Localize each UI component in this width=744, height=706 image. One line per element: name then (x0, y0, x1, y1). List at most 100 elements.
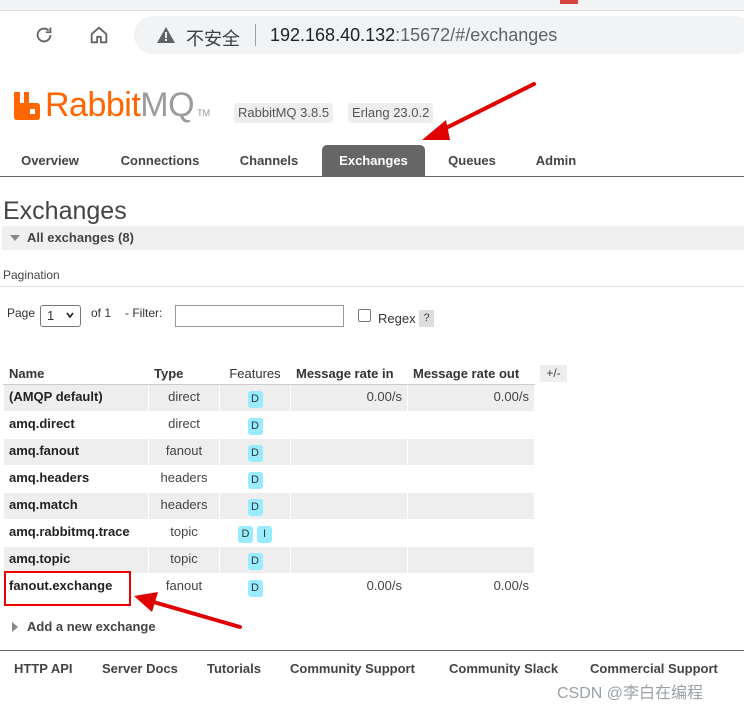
url-host: 192.168.40.132 (270, 25, 396, 45)
exchange-features: D (219, 384, 291, 412)
exchange-type: direct (148, 384, 220, 412)
address-separator (255, 24, 256, 46)
durable-badge: D (247, 418, 263, 435)
rabbitmq-logo-icon (14, 92, 40, 120)
home-button[interactable] (85, 21, 113, 49)
annotation-highlight-box (4, 571, 131, 606)
exchange-type: fanout (148, 438, 220, 466)
exchange-type: fanout (148, 573, 220, 601)
exchange-type: headers (148, 465, 220, 493)
rate-out (407, 465, 535, 493)
insecure-label: 不安全 (186, 29, 240, 49)
rate-out (407, 438, 535, 466)
exchange-name-link[interactable]: (AMQP default) (3, 384, 149, 412)
table-row[interactable]: amq.rabbitmq.trace topic DI (3, 519, 535, 547)
filter-input[interactable] (175, 305, 344, 327)
exchange-name-link[interactable]: amq.rabbitmq.trace (3, 519, 149, 547)
durable-badge: D (247, 445, 263, 462)
regex-label: Regex (378, 311, 416, 326)
pagination-heading: Pagination (3, 268, 60, 282)
page-count-label: of 1 (91, 306, 112, 320)
logo-mq-text: MQ (140, 86, 195, 124)
browser-tab-strip (0, 0, 744, 11)
browser-toolbar: 不安全 192.168.40.132:15672/#/exchanges (0, 11, 744, 59)
tab-connections[interactable]: Connections (108, 145, 212, 177)
column-header-rate-out[interactable]: Message rate out (407, 362, 535, 385)
footer-divider (0, 650, 744, 651)
table-row[interactable]: amq.direct direct D (3, 411, 535, 439)
table-row[interactable]: amq.headers headers D (3, 465, 535, 493)
home-icon (90, 26, 108, 44)
footer-link-community-support[interactable]: Community Support (290, 661, 415, 676)
table-row[interactable]: (AMQP default) direct D 0.00/s 0.00/s (3, 384, 535, 412)
exchange-name-link[interactable]: amq.match (3, 492, 149, 520)
footer-link-commercial-support[interactable]: Commercial Support (590, 661, 718, 676)
durable-badge: D (238, 526, 253, 543)
exchange-type: topic (148, 546, 220, 574)
page-select[interactable]: 1 (40, 305, 81, 327)
address-bar[interactable]: 不安全 192.168.40.132:15672/#/exchanges (134, 16, 744, 54)
rate-in (290, 411, 408, 439)
table-row[interactable]: amq.match headers D (3, 492, 535, 520)
footer-link-server-docs[interactable]: Server Docs (102, 661, 178, 676)
rate-in (290, 438, 408, 466)
rate-out (407, 411, 535, 439)
reload-button[interactable] (30, 21, 58, 49)
logo-rabbit-text: Rabbit (45, 86, 141, 124)
main-nav-tabs: Overview Connections Channels Exchanges … (0, 145, 744, 177)
exchange-name-link[interactable]: amq.headers (3, 465, 149, 493)
tab-overview[interactable]: Overview (4, 145, 96, 177)
rate-out (407, 492, 535, 520)
page-label: Page (7, 306, 36, 320)
regex-help-button[interactable]: ? (419, 310, 434, 327)
rate-out: 0.00/s (407, 384, 535, 412)
exchange-name-link[interactable]: amq.topic (3, 546, 149, 574)
table-row[interactable]: amq.fanout fanout D (3, 438, 535, 466)
tab-admin[interactable]: Admin (522, 145, 590, 177)
logo-wordmark: RabbitMQ (45, 88, 195, 122)
rate-in: 0.00/s (290, 573, 408, 601)
rate-out (407, 519, 535, 547)
internal-badge: I (257, 526, 272, 543)
tab-accent (560, 0, 578, 4)
tab-channels[interactable]: Channels (226, 145, 312, 177)
add-exchange-toggle[interactable]: Add a new exchange (12, 619, 156, 634)
rate-in (290, 519, 408, 547)
chevron-down-icon (66, 312, 74, 319)
column-header-rate-in[interactable]: Message rate in (290, 362, 408, 385)
exchange-name-link[interactable]: amq.fanout (3, 438, 149, 466)
tab-exchanges[interactable]: Exchanges (322, 145, 425, 177)
all-exchanges-section-toggle[interactable]: All exchanges (8) (2, 226, 744, 250)
column-header-type[interactable]: Type (148, 362, 220, 385)
url-text: 192.168.40.132:15672/#/exchanges (270, 25, 557, 46)
collapse-triangle-icon (10, 235, 20, 241)
page-select-value: 1 (47, 308, 55, 323)
reload-icon (36, 27, 52, 43)
rate-out: 0.00/s (407, 573, 535, 601)
exchange-features: D (219, 465, 291, 493)
tab-queues[interactable]: Queues (436, 145, 508, 177)
durable-badge: D (247, 553, 263, 570)
footer-link-community-slack[interactable]: Community Slack (449, 661, 558, 676)
all-exchanges-label: All exchanges (8) (27, 230, 134, 245)
footer-link-http-api[interactable]: HTTP API (14, 661, 73, 676)
url-path: :15672/#/exchanges (395, 25, 558, 45)
column-header-features: Features (219, 362, 291, 385)
exchange-features: D (219, 438, 291, 466)
annotation-arrow-tab (422, 82, 536, 140)
regex-checkbox[interactable] (358, 309, 371, 322)
rabbitmq-logo[interactable]: RabbitMQ TM (13, 86, 210, 122)
page-title: Exchanges (3, 197, 127, 225)
exchange-features: D (219, 492, 291, 520)
table-row[interactable]: amq.topic topic D (3, 546, 535, 574)
column-header-name[interactable]: Name (3, 362, 149, 385)
erlang-version-badge: Erlang 23.0.2 (348, 103, 434, 123)
column-toggle-button[interactable]: +/- (540, 365, 567, 382)
footer-link-tutorials[interactable]: Tutorials (207, 661, 261, 676)
exchange-features: D (219, 411, 291, 439)
csdn-watermark: CSDN @李白在编程 (557, 685, 704, 702)
pagination-divider (0, 286, 744, 287)
rate-in: 0.00/s (290, 384, 408, 412)
exchange-name-link[interactable]: amq.direct (3, 411, 149, 439)
rate-in (290, 465, 408, 493)
